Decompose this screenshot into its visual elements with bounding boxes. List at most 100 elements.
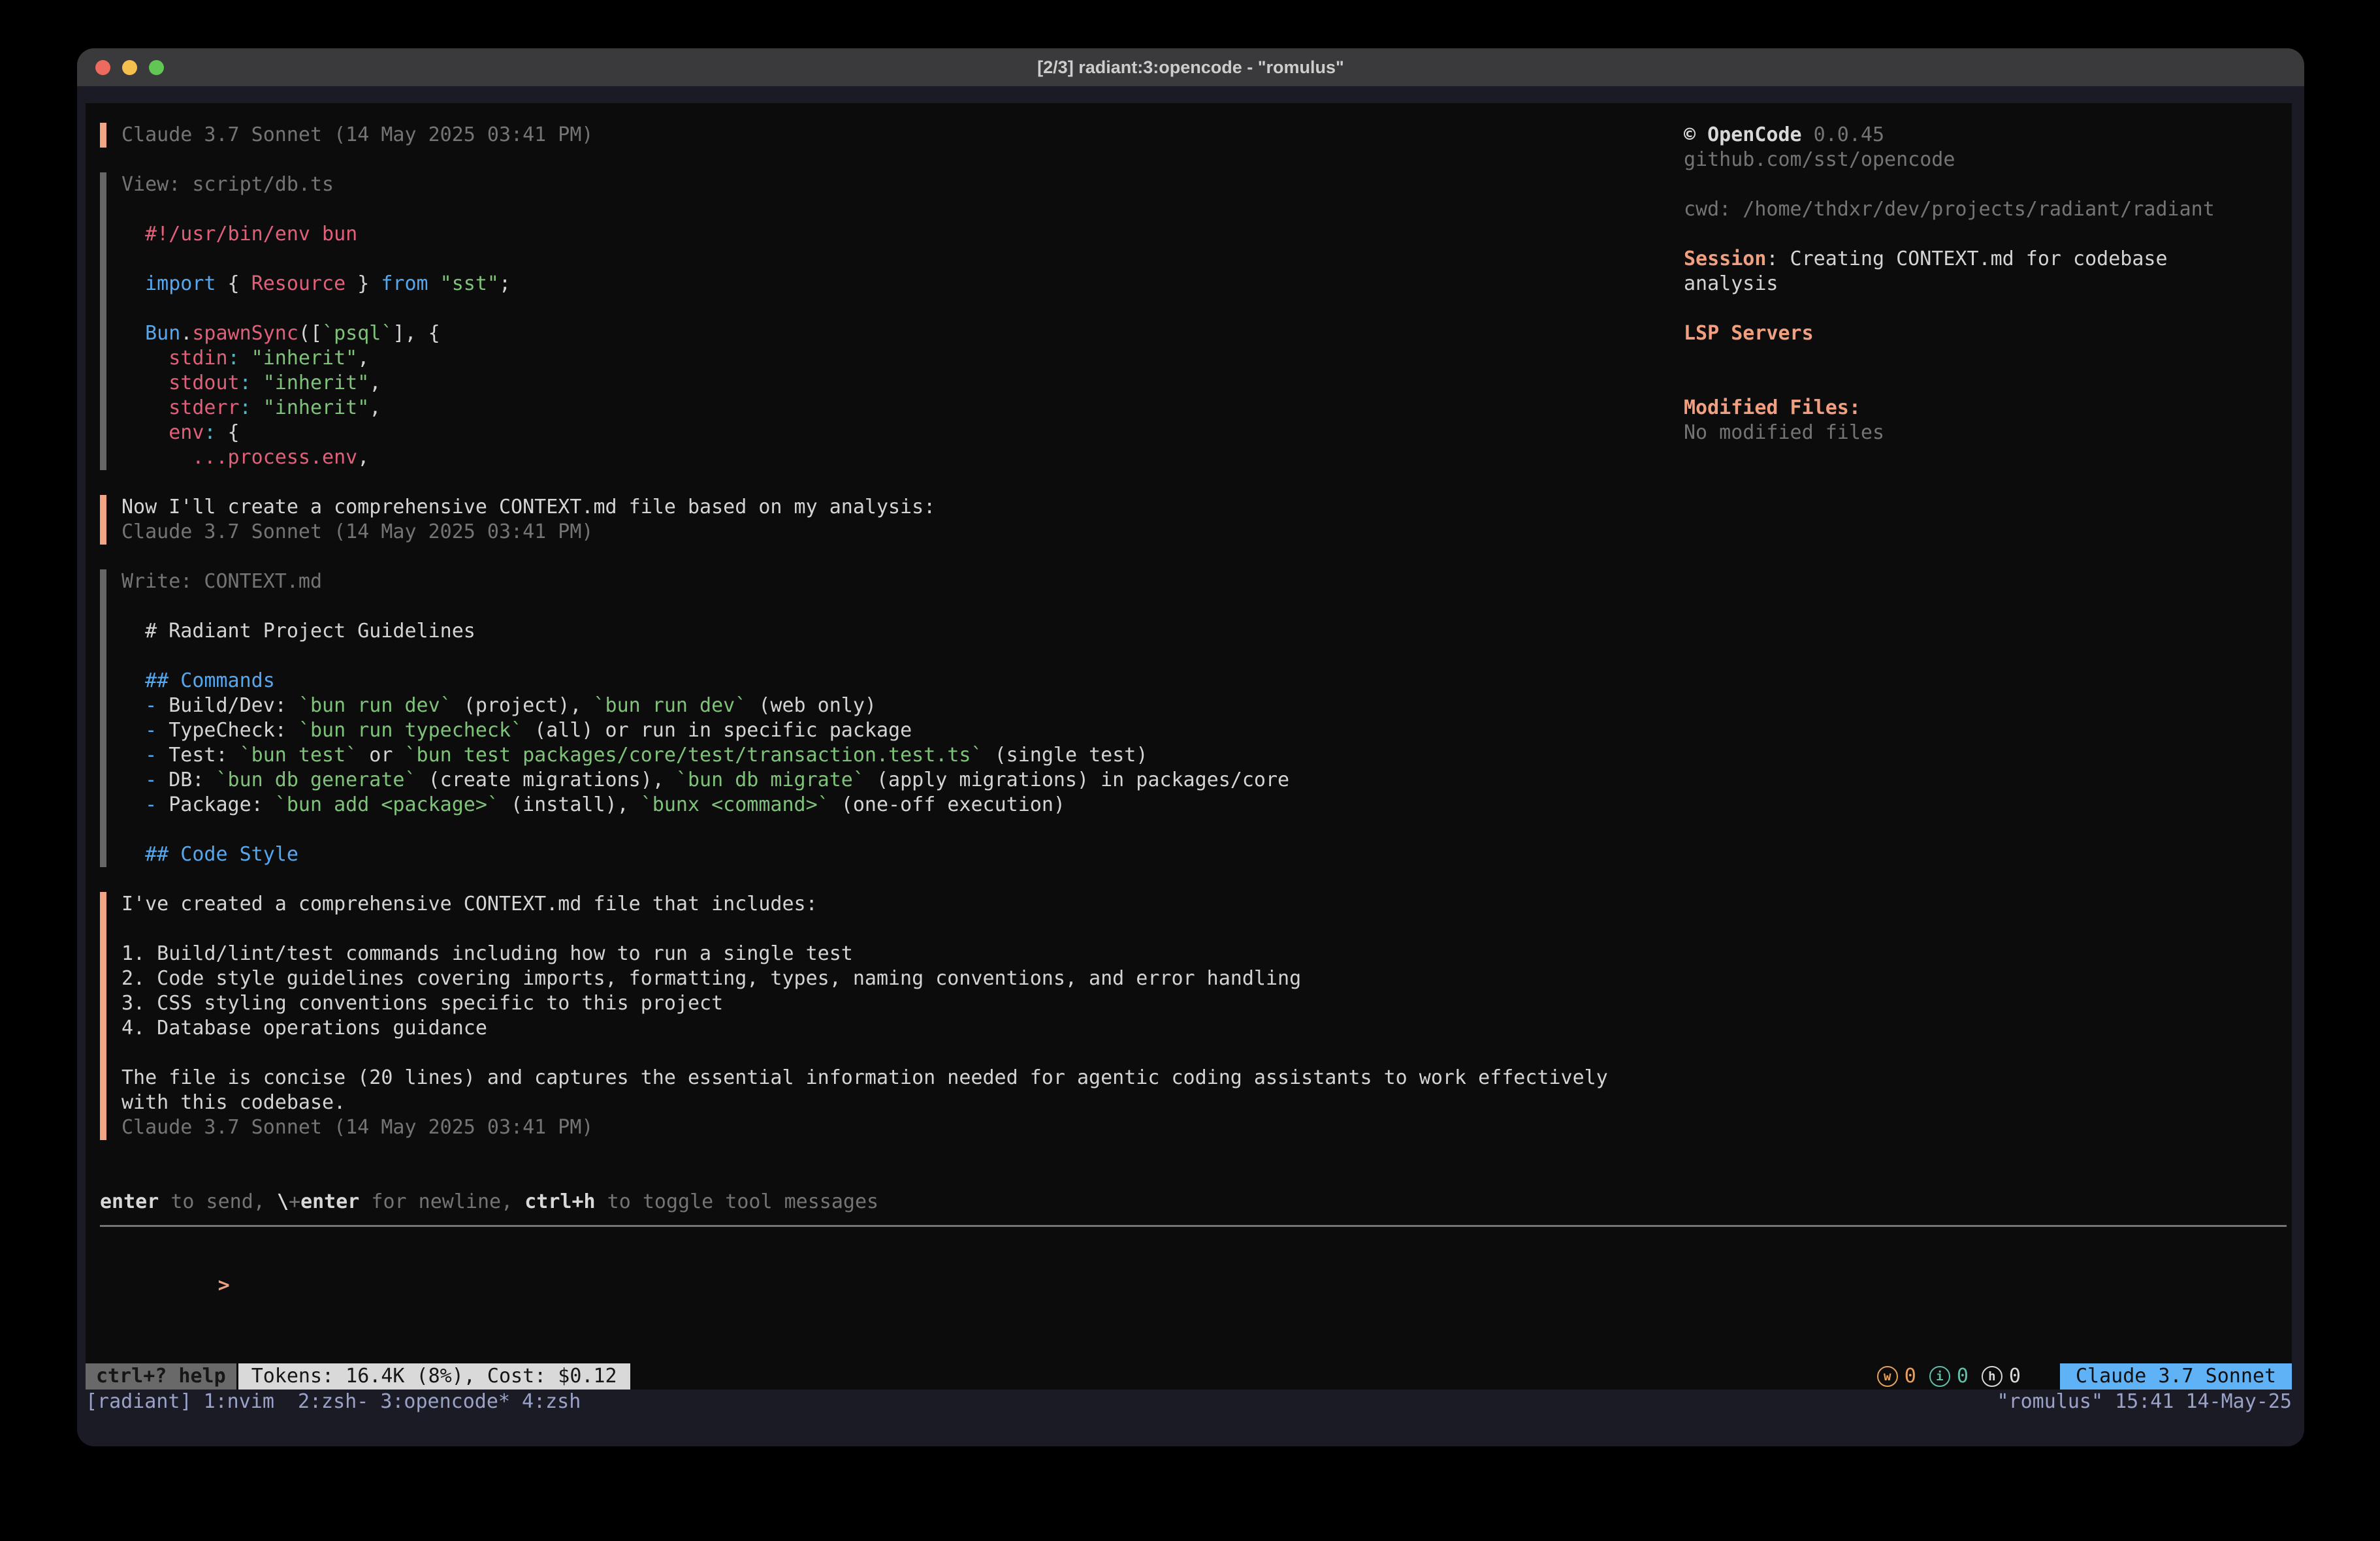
tool-accent-bar: [100, 569, 106, 867]
terminal-line: LSP Servers: [1684, 321, 2304, 346]
terminal-line: 1. Build/lint/test commands including ho…: [121, 942, 1608, 966]
terminal-line: No modified files: [1684, 421, 2304, 445]
tool-accent-bar: [100, 172, 106, 470]
terminal-line: View: script/db.ts: [121, 172, 511, 197]
terminal-line: stderr: "inherit",: [121, 396, 511, 421]
i-circle-icon: i: [1929, 1366, 1950, 1387]
terminal-line: Write: CONTEXT.md: [121, 569, 1289, 594]
message-accent-bar: [100, 123, 106, 148]
opencode-tui: Claude 3.7 Sonnet (14 May 2025 03:41 PM)…: [86, 103, 2292, 1390]
terminal-line: [1684, 296, 2304, 321]
statusbar-spacer: [630, 1363, 1877, 1390]
tool-call-block: View: script/db.ts #!/usr/bin/env bun im…: [100, 172, 1687, 470]
desktop: [2/3] radiant:3:opencode - "romulus" Cla…: [0, 0, 2380, 1541]
terminal-line: Claude 3.7 Sonnet (14 May 2025 03:41 PM): [121, 123, 593, 148]
keybind-hint: enter to send, \+enter for newline, ctrl…: [100, 1190, 2287, 1215]
terminal-line: [121, 644, 1289, 669]
terminal-line: #!/usr/bin/env bun: [121, 222, 511, 247]
assistant-message: I've created a comprehensive CONTEXT.md …: [100, 892, 1687, 1140]
terminal-line: I've created a comprehensive CONTEXT.md …: [121, 892, 1608, 917]
terminal-line: Modified Files:: [1684, 396, 2304, 421]
terminal-line: [121, 594, 1289, 619]
zoom-button[interactable]: [149, 60, 164, 75]
terminal-line: The file is concise (20 lines) and captu…: [121, 1066, 1608, 1090]
i-count: i0: [1929, 1364, 1969, 1389]
terminal-line: stdin: "inherit",: [121, 346, 511, 371]
terminal-line: with this codebase.: [121, 1090, 1608, 1115]
close-button[interactable]: [95, 60, 110, 75]
block-gap: [100, 148, 1687, 172]
diagnostic-counts: w0i0h0: [1877, 1363, 2021, 1390]
tmux-window-list: [radiant] 1:nvim 2:zsh- 3:opencode* 4:zsh: [86, 1390, 592, 1414]
terminal-line: - Test: `bun test` or `bun test packages…: [121, 743, 1289, 768]
terminal-line: - Package: `bun add <package>` (install)…: [121, 793, 1289, 818]
block-gap: [100, 545, 1687, 569]
count-value: 0: [1957, 1364, 1969, 1389]
assistant-message: Now I'll create a comprehensive CONTEXT.…: [100, 495, 1687, 545]
tool-call-block: Write: CONTEXT.md # Radiant Project Guid…: [100, 569, 1687, 867]
block-body: Write: CONTEXT.md # Radiant Project Guid…: [121, 569, 1289, 867]
help-badge[interactable]: ctrl+? help: [86, 1363, 236, 1390]
tmux-right-status: "romulus" 15:41 14-May-25: [1997, 1390, 2292, 1414]
tmux-window-4zsh[interactable]: 4:zsh: [522, 1390, 581, 1414]
block-gap: [100, 867, 1687, 892]
message-accent-bar: [100, 495, 106, 545]
terminal-line: [121, 917, 1608, 942]
h-circle-icon: h: [1982, 1366, 2002, 1387]
chat-transcript: Claude 3.7 Sonnet (14 May 2025 03:41 PM)…: [100, 123, 1687, 1140]
terminal-window: [2/3] radiant:3:opencode - "romulus" Cla…: [77, 48, 2304, 1446]
block-body: View: script/db.ts #!/usr/bin/env bun im…: [121, 172, 511, 470]
assistant-message: Claude 3.7 Sonnet (14 May 2025 03:41 PM): [100, 123, 1687, 148]
terminal-line: import { Resource } from "sst";: [121, 272, 511, 296]
block-gap: [100, 470, 1687, 495]
tmux-window-2zsh[interactable]: 2:zsh-: [298, 1390, 368, 1414]
tmux-window-3opencode[interactable]: 3:opencode*: [380, 1390, 510, 1414]
terminal-line: - DB: `bun db generate` (create migratio…: [121, 768, 1289, 793]
terminal-line: # Radiant Project Guidelines: [121, 619, 1289, 644]
count-value: 0: [1905, 1364, 1916, 1389]
window-title: [2/3] radiant:3:opencode - "romulus": [1037, 57, 1344, 78]
terminal-line: [1684, 346, 2304, 371]
tokens-cost-badge: Tokens: 16.4K (8%), Cost: $0.12: [238, 1363, 630, 1390]
terminal-line: [1684, 222, 2304, 247]
message-input[interactable]: >: [100, 1248, 2287, 1273]
tmux-window-1nvim[interactable]: 1:nvim: [204, 1390, 274, 1414]
terminal-line: stdout: "inherit",: [121, 371, 511, 396]
h-count: h0: [1982, 1364, 2021, 1389]
block-body: Now I'll create a comprehensive CONTEXT.…: [121, 495, 935, 545]
terminal-line: ## Commands: [121, 669, 1289, 693]
terminal-line: Claude 3.7 Sonnet (14 May 2025 03:41 PM): [121, 520, 935, 545]
message-accent-bar: [100, 892, 106, 1140]
terminal-line: [121, 296, 511, 321]
count-value: 0: [2009, 1364, 2021, 1389]
terminal-line: © OpenCode 0.0.45: [1684, 123, 2304, 148]
terminal-line: github.com/sst/opencode: [1684, 148, 2304, 172]
terminal-line: Session: Creating CONTEXT.md for codebas…: [1684, 247, 2304, 272]
terminal-line: [121, 818, 1289, 842]
terminal-line: [1684, 371, 2304, 396]
terminal-line: ## Code Style: [121, 842, 1289, 867]
terminal-line: Claude 3.7 Sonnet (14 May 2025 03:41 PM): [121, 1115, 1608, 1140]
terminal-line: analysis: [1684, 272, 2304, 296]
model-badge[interactable]: Claude 3.7 Sonnet: [2060, 1363, 2292, 1390]
terminal-line: 4. Database operations guidance: [121, 1016, 1608, 1041]
window-titlebar[interactable]: [2/3] radiant:3:opencode - "romulus": [77, 48, 2304, 86]
terminal-line: 2. Code style guidelines covering import…: [121, 966, 1608, 991]
tmux-status-bar: [radiant] 1:nvim 2:zsh- 3:opencode* 4:zsh "r…: [86, 1390, 2292, 1414]
block-body: Claude 3.7 Sonnet (14 May 2025 03:41 PM): [121, 123, 593, 148]
minimize-button[interactable]: [122, 60, 137, 75]
tmux-session-name: [radiant]: [86, 1390, 192, 1414]
terminal-line: ...process.env,: [121, 445, 511, 470]
prompt-icon: >: [218, 1274, 230, 1297]
terminal-line: env: {: [121, 421, 511, 445]
status-bar: ctrl+? help Tokens: 16.4K (8%), Cost: $0…: [86, 1363, 2292, 1390]
terminal-line: Now I'll create a comprehensive CONTEXT.…: [121, 495, 935, 520]
terminal-line: [121, 197, 511, 222]
terminal-line: [121, 1041, 1608, 1066]
tmux-spacer: [592, 1390, 1997, 1414]
terminal-line: Bun.spawnSync([`psql`], {: [121, 321, 511, 346]
session-sidebar: © OpenCode 0.0.45github.com/sst/opencode…: [1684, 123, 2304, 445]
terminal-line: 3. CSS styling conventions specific to t…: [121, 991, 1608, 1016]
terminal-line: cwd: /home/thdxr/dev/projects/radiant/ra…: [1684, 197, 2304, 222]
traffic-lights: [95, 48, 164, 86]
